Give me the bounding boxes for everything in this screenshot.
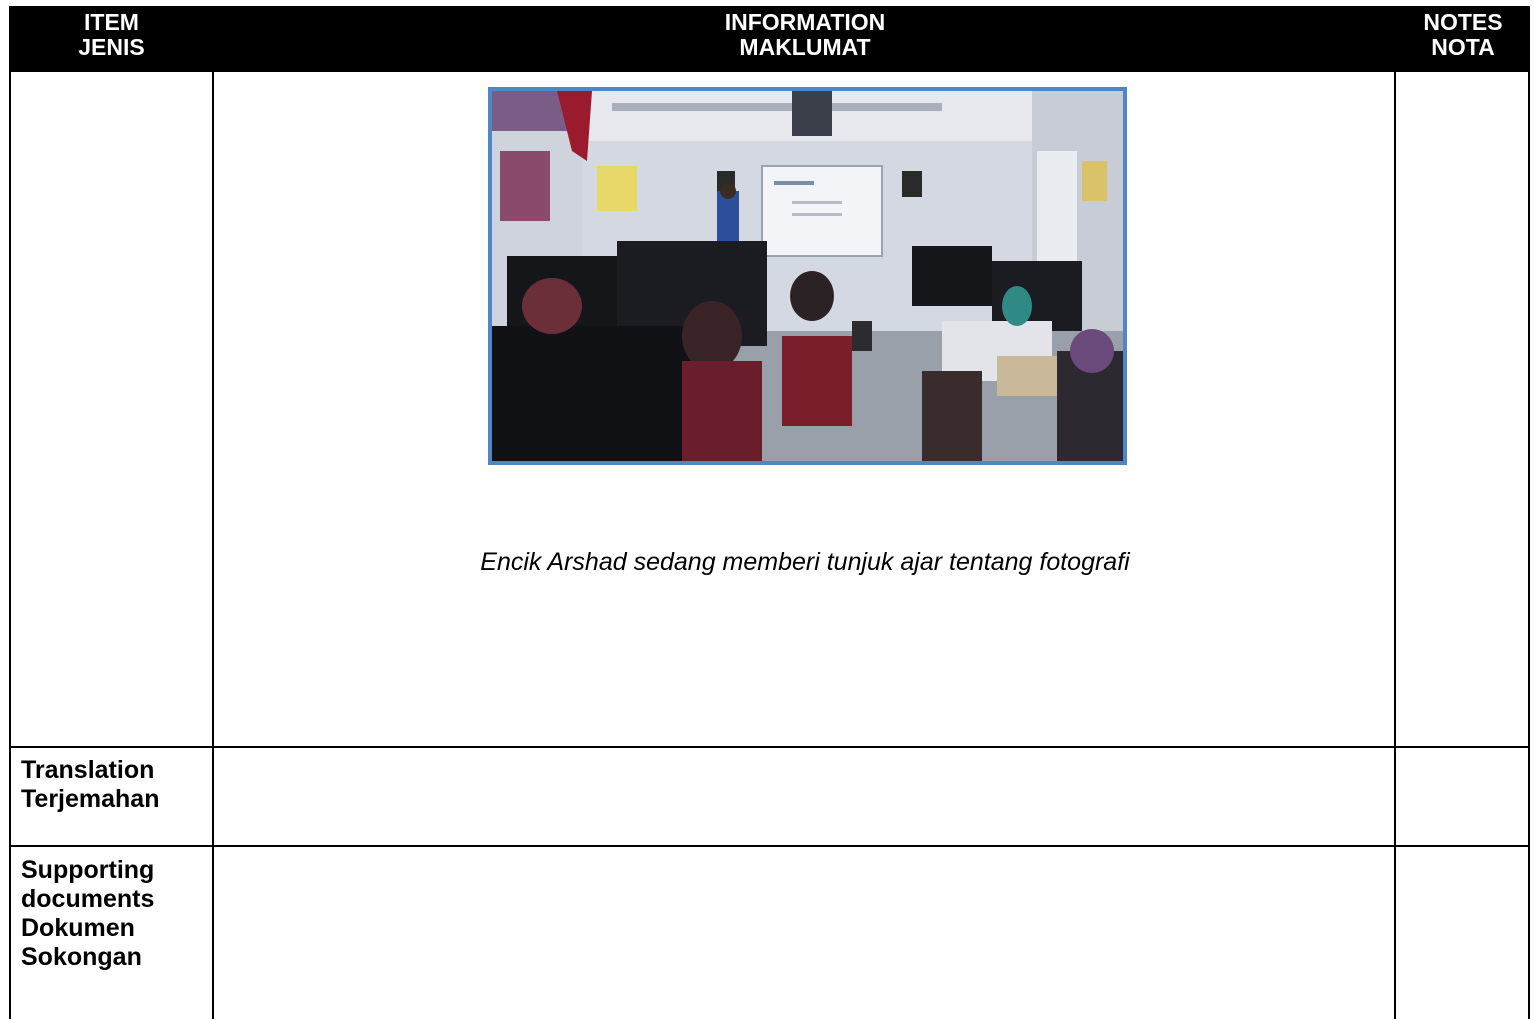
header-notes-ms: NOTA xyxy=(1431,34,1495,60)
supporting-label-line4: Sokongan xyxy=(21,943,142,971)
header-info-ms: MAKLUMAT xyxy=(739,34,871,60)
classroom-photo xyxy=(488,87,1127,465)
header-notes-en: NOTES xyxy=(1423,9,1503,35)
table-border-left xyxy=(9,72,11,1019)
header-notes-cell: NOTES NOTA xyxy=(1396,6,1530,72)
translation-label-en: Translation xyxy=(21,756,155,784)
header-information-cell: INFORMATION MAKLUMAT xyxy=(214,6,1396,72)
header-info-en: INFORMATION xyxy=(724,9,886,35)
header-item-en: ITEM xyxy=(84,9,139,35)
translation-label-ms: Terjemahan xyxy=(21,785,160,813)
column-divider-item xyxy=(212,72,214,1019)
row-label-translation: Translation Terjemahan xyxy=(21,756,159,814)
column-divider-notes xyxy=(1394,72,1396,1019)
classroom-photo-illustration xyxy=(492,91,1123,461)
row-label-supporting-documents: Supporting documents Dokumen Sokongan xyxy=(21,856,154,972)
table-border-right xyxy=(1528,72,1530,1019)
supporting-label-line1: Supporting xyxy=(21,856,155,884)
row-divider-supporting xyxy=(9,845,1530,847)
supporting-label-line2: documents xyxy=(21,885,155,913)
header-item-ms: JENIS xyxy=(78,34,145,60)
supporting-label-line3: Dokumen xyxy=(21,914,135,942)
header-item-cell: ITEM JENIS xyxy=(9,6,214,72)
photo-caption: Encik Arshad sedang memberi tunjuk ajar … xyxy=(480,548,1130,576)
row-divider-translation xyxy=(9,746,1530,748)
document-table: ITEM JENIS INFORMATION MAKLUMAT NOTES NO… xyxy=(9,6,1530,1019)
